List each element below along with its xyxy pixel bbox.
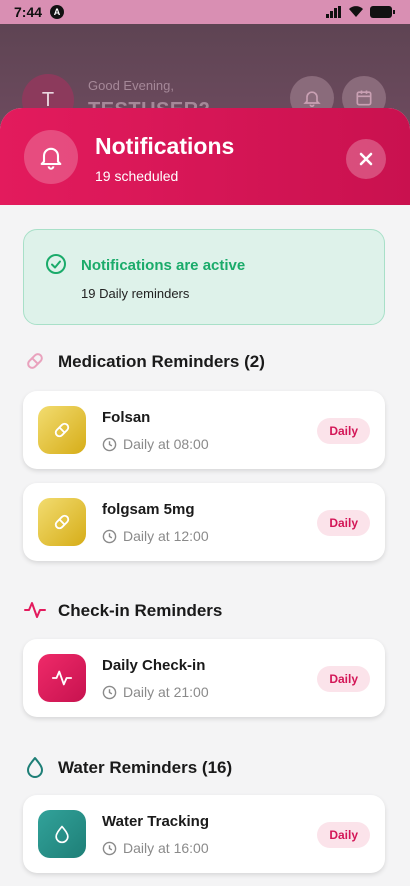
sheet-header: Notifications 19 scheduled	[0, 108, 410, 205]
status-bar: 7:44 A	[0, 0, 410, 24]
check-circle-icon	[46, 254, 66, 274]
clock-icon	[102, 685, 117, 699]
reminder-name: folgsam 5mg	[102, 501, 195, 518]
medication-icon-tile	[38, 498, 86, 546]
clock-icon	[102, 437, 117, 451]
reminder-time-text: Daily at 16:00	[123, 840, 209, 856]
pill-icon	[27, 353, 43, 369]
greeting-text: Good Evening,	[88, 78, 175, 93]
droplet-icon	[27, 757, 43, 778]
pulse-icon	[24, 602, 46, 618]
reminder-time-text: Daily at 12:00	[123, 528, 209, 544]
section-title-water: Water Reminders (16)	[58, 758, 233, 777]
reminder-card[interactable]: Water Tracking Daily at 16:00 Daily	[23, 795, 385, 873]
clock-icon	[102, 841, 117, 855]
reminder-card[interactable]: Folsan Daily at 08:00 Daily	[23, 391, 385, 469]
pill-icon	[54, 514, 70, 530]
reminder-name: Daily Check-in	[102, 657, 206, 674]
app-badge-icon: A	[50, 5, 65, 19]
reminder-time-text: Daily at 21:00	[123, 684, 209, 700]
frequency-badge: Daily	[317, 666, 370, 692]
close-icon	[359, 152, 373, 166]
medication-icon-tile	[38, 406, 86, 454]
battery-icon	[370, 6, 395, 18]
reminder-time: Daily at 08:00	[102, 436, 209, 452]
frequency-badge: Daily	[317, 822, 370, 848]
reminder-time: Daily at 21:00	[102, 684, 209, 700]
sheet-title: Notifications	[95, 133, 235, 159]
status-time: 7:44	[14, 4, 43, 20]
reminder-card[interactable]: Daily Check-in Daily at 21:00 Daily	[23, 639, 385, 717]
reminder-card[interactable]: folgsam 5mg Daily at 12:00 Daily	[23, 483, 385, 561]
reminder-name: Folsan	[102, 409, 151, 426]
calendar-icon	[356, 90, 372, 106]
water-icon-tile	[38, 810, 86, 858]
section-title-medication: Medication Reminders (2)	[58, 352, 265, 371]
signal-icon	[326, 6, 341, 18]
pulse-icon	[51, 670, 73, 686]
reminder-time-text: Daily at 08:00	[123, 436, 209, 452]
sheet-subtitle: 19 scheduled	[95, 168, 179, 184]
active-status-subtitle: 19 Daily reminders	[81, 286, 190, 301]
close-button[interactable]	[346, 139, 386, 179]
bell-icon	[40, 147, 62, 170]
frequency-badge: Daily	[317, 418, 370, 444]
frequency-badge: Daily	[317, 510, 370, 536]
header-bell	[24, 130, 78, 184]
notifications-sheet: Notifications 19 scheduled Notifications…	[0, 108, 410, 886]
wifi-icon	[349, 6, 363, 18]
active-status-title: Notifications are active	[81, 257, 246, 274]
status-icons	[326, 6, 396, 18]
bell-icon	[303, 91, 321, 108]
active-status-box: Notifications are active 19 Daily remind…	[23, 229, 385, 325]
droplet-icon	[55, 825, 69, 844]
checkin-icon-tile	[38, 654, 86, 702]
section-title-checkin: Check-in Reminders	[58, 601, 223, 620]
pill-icon	[54, 422, 70, 438]
reminder-time: Daily at 12:00	[102, 528, 209, 544]
clock-icon	[102, 529, 117, 543]
reminder-name: Water Tracking	[102, 813, 209, 830]
reminder-time: Daily at 16:00	[102, 840, 209, 856]
